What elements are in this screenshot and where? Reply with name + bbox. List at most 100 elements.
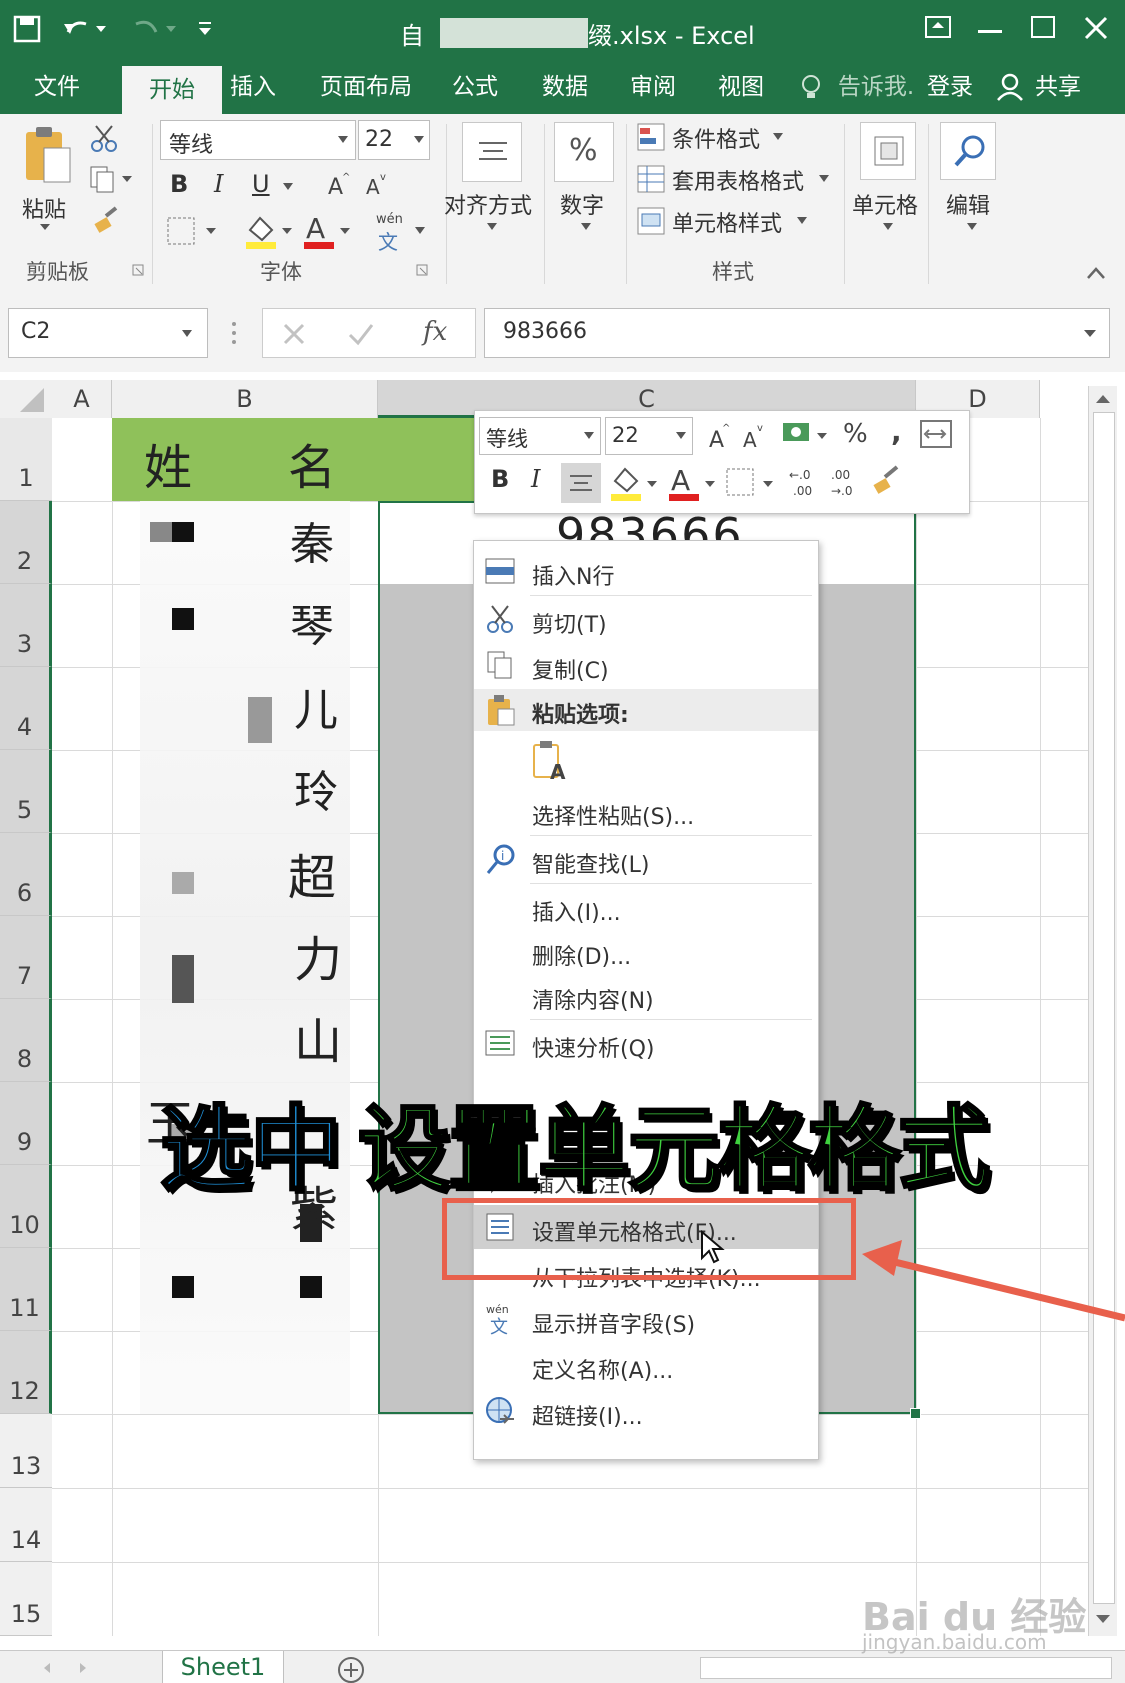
menu-item-insert-n-rows[interactable]: 插入N行: [474, 551, 818, 591]
select-all-corner[interactable]: [0, 380, 52, 418]
menu-item-copy[interactable]: 复制(C): [474, 645, 818, 685]
mini-accounting-format-icon[interactable]: [781, 419, 833, 453]
font-grow-shrink-icon[interactable]: A^ Av: [326, 170, 396, 200]
cell-styles-button[interactable]: 单元格样式: [672, 206, 782, 238]
tab-page-layout[interactable]: 页面布局: [306, 60, 426, 114]
mini-format-painter-icon[interactable]: [871, 465, 903, 499]
menu-item-delete[interactable]: 删除(D)...: [474, 931, 818, 971]
underline-button[interactable]: U: [252, 170, 270, 198]
chevron-down-icon[interactable]: [772, 132, 784, 142]
row-header[interactable]: 10: [0, 1165, 52, 1248]
chevron-down-icon[interactable]: [882, 222, 894, 232]
row-header[interactable]: 14: [0, 1488, 52, 1562]
menu-item-paste-special[interactable]: 选择性粘贴(S)...: [474, 791, 818, 831]
cells-button[interactable]: [860, 122, 916, 180]
row-header[interactable]: 5: [0, 750, 52, 833]
copy-icon[interactable]: [88, 164, 136, 194]
cell-b1[interactable]: 姓 名: [112, 418, 378, 501]
menu-item-smart-lookup[interactable]: i 智能查找(L): [474, 839, 818, 879]
mini-font-grow-shrink-icon[interactable]: A^ Av: [707, 421, 773, 453]
sheet-nav-arrows-icon[interactable]: [40, 1661, 100, 1675]
tab-file[interactable]: 文件: [18, 60, 96, 114]
mini-borders-icon[interactable]: [725, 465, 781, 501]
menu-item-insert[interactable]: 插入(I)...: [474, 887, 818, 927]
format-painter-icon[interactable]: [92, 206, 120, 234]
tab-view[interactable]: 视图: [706, 60, 776, 114]
paste-icon[interactable]: [22, 124, 74, 188]
bold-button[interactable]: B: [170, 170, 188, 198]
ribbon-display-options-icon[interactable]: [924, 14, 954, 42]
fill-handle[interactable]: [910, 1408, 921, 1419]
row-header[interactable]: 6: [0, 833, 52, 916]
row-header[interactable]: 15: [0, 1562, 52, 1636]
cut-icon[interactable]: [90, 124, 118, 154]
editing-label[interactable]: 编辑: [946, 188, 990, 220]
font-size-select[interactable]: 22: [358, 120, 430, 160]
conditional-format-button[interactable]: 条件格式: [672, 122, 760, 154]
row-header[interactable]: 3: [0, 584, 52, 667]
redo-icon[interactable]: [130, 14, 180, 44]
column-header-b[interactable]: B: [112, 380, 378, 418]
horizontal-scrollbar[interactable]: [700, 1657, 1112, 1679]
chevron-down-icon[interactable]: [796, 216, 808, 226]
formula-bar-grip-icon[interactable]: [230, 320, 238, 346]
collapse-ribbon-icon[interactable]: [1086, 266, 1106, 280]
mini-percent-button[interactable]: %: [843, 419, 868, 449]
number-label[interactable]: 数字: [560, 188, 604, 220]
font-launcher-icon[interactable]: [416, 264, 428, 276]
customize-qat-icon[interactable]: [196, 20, 214, 38]
minimize-button[interactable]: [978, 30, 1002, 33]
row-header[interactable]: 13: [0, 1414, 52, 1488]
row-header[interactable]: 1: [0, 418, 52, 501]
vertical-scrollbar[interactable]: [1088, 386, 1117, 1636]
insert-function-button[interactable]: fx: [423, 317, 447, 347]
tab-data[interactable]: 数据: [530, 60, 600, 114]
share-button[interactable]: 共享: [1028, 60, 1088, 114]
chevron-down-icon[interactable]: [580, 222, 592, 232]
scroll-up-icon[interactable]: [1095, 394, 1111, 404]
mini-italic-button[interactable]: I: [531, 465, 540, 493]
save-icon[interactable]: [12, 14, 42, 44]
menu-item-clear-contents[interactable]: 清除内容(N): [474, 975, 818, 1015]
cells-label[interactable]: 单元格: [852, 188, 918, 220]
close-button[interactable]: [1082, 14, 1110, 42]
row-header[interactable]: 11: [0, 1248, 52, 1331]
chevron-down-icon[interactable]: [818, 174, 830, 184]
sheet-tab-sheet1[interactable]: Sheet1: [162, 1651, 284, 1683]
confirm-entry-icon[interactable]: [347, 321, 375, 347]
mini-font-size-select[interactable]: 22: [605, 417, 693, 455]
cell-c1[interactable]: [378, 418, 474, 501]
paste-values-icon[interactable]: A: [532, 739, 572, 783]
mini-fill-color-icon[interactable]: [607, 463, 663, 505]
sign-in-link[interactable]: 登录: [920, 60, 980, 114]
mini-bold-button[interactable]: B: [491, 465, 509, 493]
new-sheet-icon[interactable]: [336, 1655, 366, 1683]
tab-review[interactable]: 审阅: [618, 60, 688, 114]
row-header[interactable]: 9: [0, 1082, 52, 1165]
number-format-button[interactable]: %: [554, 122, 614, 182]
tab-formulas[interactable]: 公式: [440, 60, 510, 114]
font-color-icon[interactable]: A: [302, 212, 354, 252]
clipboard-launcher-icon[interactable]: [132, 264, 144, 276]
scroll-down-icon[interactable]: [1095, 1614, 1111, 1624]
mini-increase-decimal-icon[interactable]: ←.0.00: [787, 465, 821, 501]
borders-icon[interactable]: [166, 214, 220, 248]
scrollbar-thumb[interactable]: [1093, 412, 1115, 1604]
chevron-down-icon[interactable]: [486, 222, 498, 232]
mini-center-button[interactable]: [561, 463, 601, 503]
undo-icon[interactable]: [60, 14, 110, 44]
menu-item-show-phonetic[interactable]: wén 文 显示拼音字段(S): [474, 1299, 818, 1339]
fill-color-icon[interactable]: [244, 212, 296, 252]
mini-merge-center-icon[interactable]: [919, 419, 955, 451]
chevron-down-icon[interactable]: [966, 222, 978, 232]
row-header[interactable]: 2: [0, 501, 52, 584]
column-header-a[interactable]: A: [52, 380, 112, 418]
tab-home[interactable]: 开始: [122, 66, 222, 114]
paste-label[interactable]: 粘贴: [22, 192, 66, 224]
row-header[interactable]: 7: [0, 916, 52, 999]
editing-button[interactable]: [940, 122, 996, 180]
name-box[interactable]: C2: [8, 308, 208, 358]
format-as-table-button[interactable]: 套用表格格式: [672, 164, 804, 196]
menu-item-define-name[interactable]: 定义名称(A)...: [474, 1345, 818, 1385]
row-header[interactable]: 12: [0, 1331, 52, 1414]
